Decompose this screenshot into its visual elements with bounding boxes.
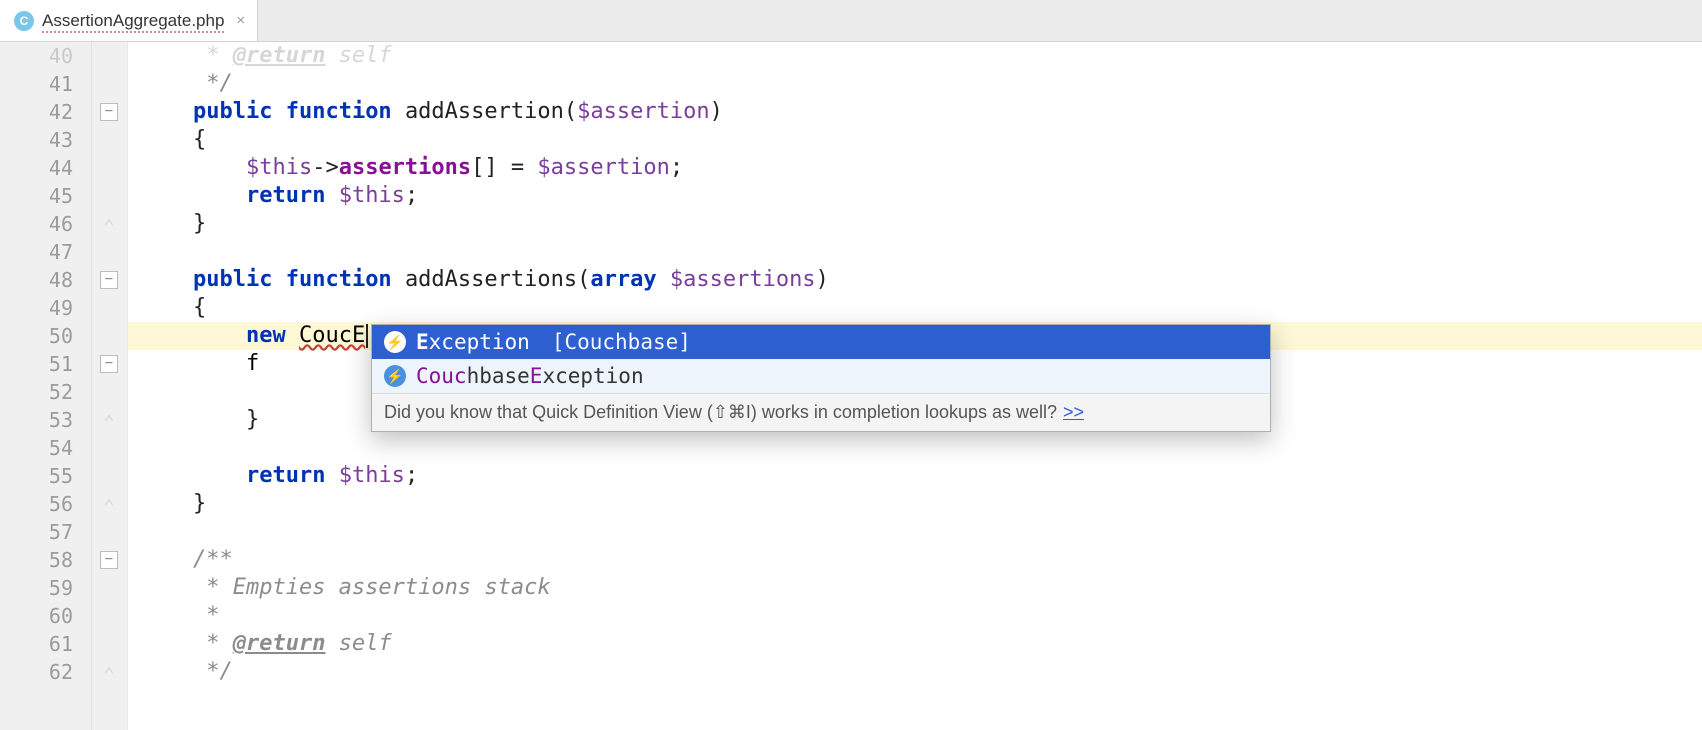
line-number: 52 bbox=[0, 378, 91, 406]
fold-collapse-icon[interactable]: − bbox=[100, 103, 118, 121]
editor[interactable]: 4041424344454647484950515253545556575859… bbox=[0, 42, 1702, 730]
line-number: 43 bbox=[0, 126, 91, 154]
line-number: 56 bbox=[0, 490, 91, 518]
code-line[interactable]: $this->assertions[] = $assertion; bbox=[128, 154, 1702, 182]
line-number: 47 bbox=[0, 238, 91, 266]
completion-item-name: Exception bbox=[416, 330, 530, 354]
line-number: 62 bbox=[0, 658, 91, 686]
fold-end-icon[interactable]: ⌄ bbox=[100, 215, 118, 233]
fold-collapse-icon[interactable]: − bbox=[100, 355, 118, 373]
close-icon[interactable]: × bbox=[236, 12, 245, 29]
fold-collapse-icon[interactable]: − bbox=[100, 551, 118, 569]
code-line[interactable]: { bbox=[128, 126, 1702, 154]
line-number: 42 bbox=[0, 98, 91, 126]
text-caret bbox=[366, 324, 368, 348]
file-type-icon: C bbox=[14, 11, 34, 31]
line-number: 61 bbox=[0, 630, 91, 658]
line-number: 59 bbox=[0, 574, 91, 602]
code-line[interactable]: /** bbox=[128, 546, 1702, 574]
code-line[interactable]: * @return self bbox=[128, 42, 1702, 70]
line-number: 49 bbox=[0, 294, 91, 322]
code-line[interactable]: } bbox=[128, 490, 1702, 518]
file-tab-label: AssertionAggregate.php bbox=[42, 11, 224, 31]
line-number: 48 bbox=[0, 266, 91, 294]
line-number: 60 bbox=[0, 602, 91, 630]
line-number: 46 bbox=[0, 210, 91, 238]
code-line[interactable]: * bbox=[128, 602, 1702, 630]
fold-collapse-icon[interactable]: − bbox=[100, 271, 118, 289]
completion-item[interactable]: ⚡ Exception [Couchbase] bbox=[372, 325, 1270, 359]
fold-end-icon[interactable]: ⌄ bbox=[100, 495, 118, 513]
line-number: 53 bbox=[0, 406, 91, 434]
line-number: 55 bbox=[0, 462, 91, 490]
tab-bar: C AssertionAggregate.php × bbox=[0, 0, 1702, 42]
line-number: 44 bbox=[0, 154, 91, 182]
code-line[interactable] bbox=[128, 238, 1702, 266]
line-number: 41 bbox=[0, 70, 91, 98]
code-line[interactable]: * @return self bbox=[128, 630, 1702, 658]
class-icon: ⚡ bbox=[384, 365, 406, 387]
class-icon: ⚡ bbox=[384, 331, 406, 353]
completion-popup: ⚡ Exception [Couchbase] ⚡ CouchbaseException… bbox=[371, 324, 1271, 432]
code-line[interactable]: return $this; bbox=[128, 182, 1702, 210]
fold-end-icon[interactable]: ⌄ bbox=[100, 411, 118, 429]
code-line[interactable]: * Empties assertions stack bbox=[128, 574, 1702, 602]
line-number: 58 bbox=[0, 546, 91, 574]
fold-end-icon[interactable]: ⌄ bbox=[100, 663, 118, 681]
code-line[interactable] bbox=[128, 518, 1702, 546]
line-number: 45 bbox=[0, 182, 91, 210]
code-line[interactable]: { bbox=[128, 294, 1702, 322]
completion-item-context: [Couchbase] bbox=[552, 330, 691, 354]
fold-gutter: − ⌄ − − ⌄ ⌄ − ⌄ bbox=[92, 42, 128, 730]
line-number: 57 bbox=[0, 518, 91, 546]
code-line[interactable]: return $this; bbox=[128, 462, 1702, 490]
line-number: 54 bbox=[0, 434, 91, 462]
code-line[interactable]: public function addAssertion($assertion) bbox=[128, 98, 1702, 126]
code-line[interactable]: */ bbox=[128, 70, 1702, 98]
line-number: 51 bbox=[0, 350, 91, 378]
line-number: 50 bbox=[0, 322, 91, 350]
completion-hint-link[interactable]: >> bbox=[1063, 402, 1084, 423]
line-number: 40 bbox=[0, 42, 91, 70]
code-line[interactable]: */ bbox=[128, 658, 1702, 686]
file-tab[interactable]: C AssertionAggregate.php × bbox=[0, 0, 258, 41]
code-area[interactable]: * @return self */ public function addAss… bbox=[128, 42, 1702, 730]
completion-item[interactable]: ⚡ CouchbaseException bbox=[372, 359, 1270, 393]
completion-hint-text: Did you know that Quick Definition View … bbox=[384, 402, 1057, 423]
code-line[interactable] bbox=[128, 434, 1702, 462]
code-line[interactable]: } bbox=[128, 210, 1702, 238]
code-line[interactable]: public function addAssertions(array $ass… bbox=[128, 266, 1702, 294]
completion-hint: Did you know that Quick Definition View … bbox=[372, 393, 1270, 431]
completion-item-name: CouchbaseException bbox=[416, 364, 644, 388]
line-number-gutter: 4041424344454647484950515253545556575859… bbox=[0, 42, 92, 730]
